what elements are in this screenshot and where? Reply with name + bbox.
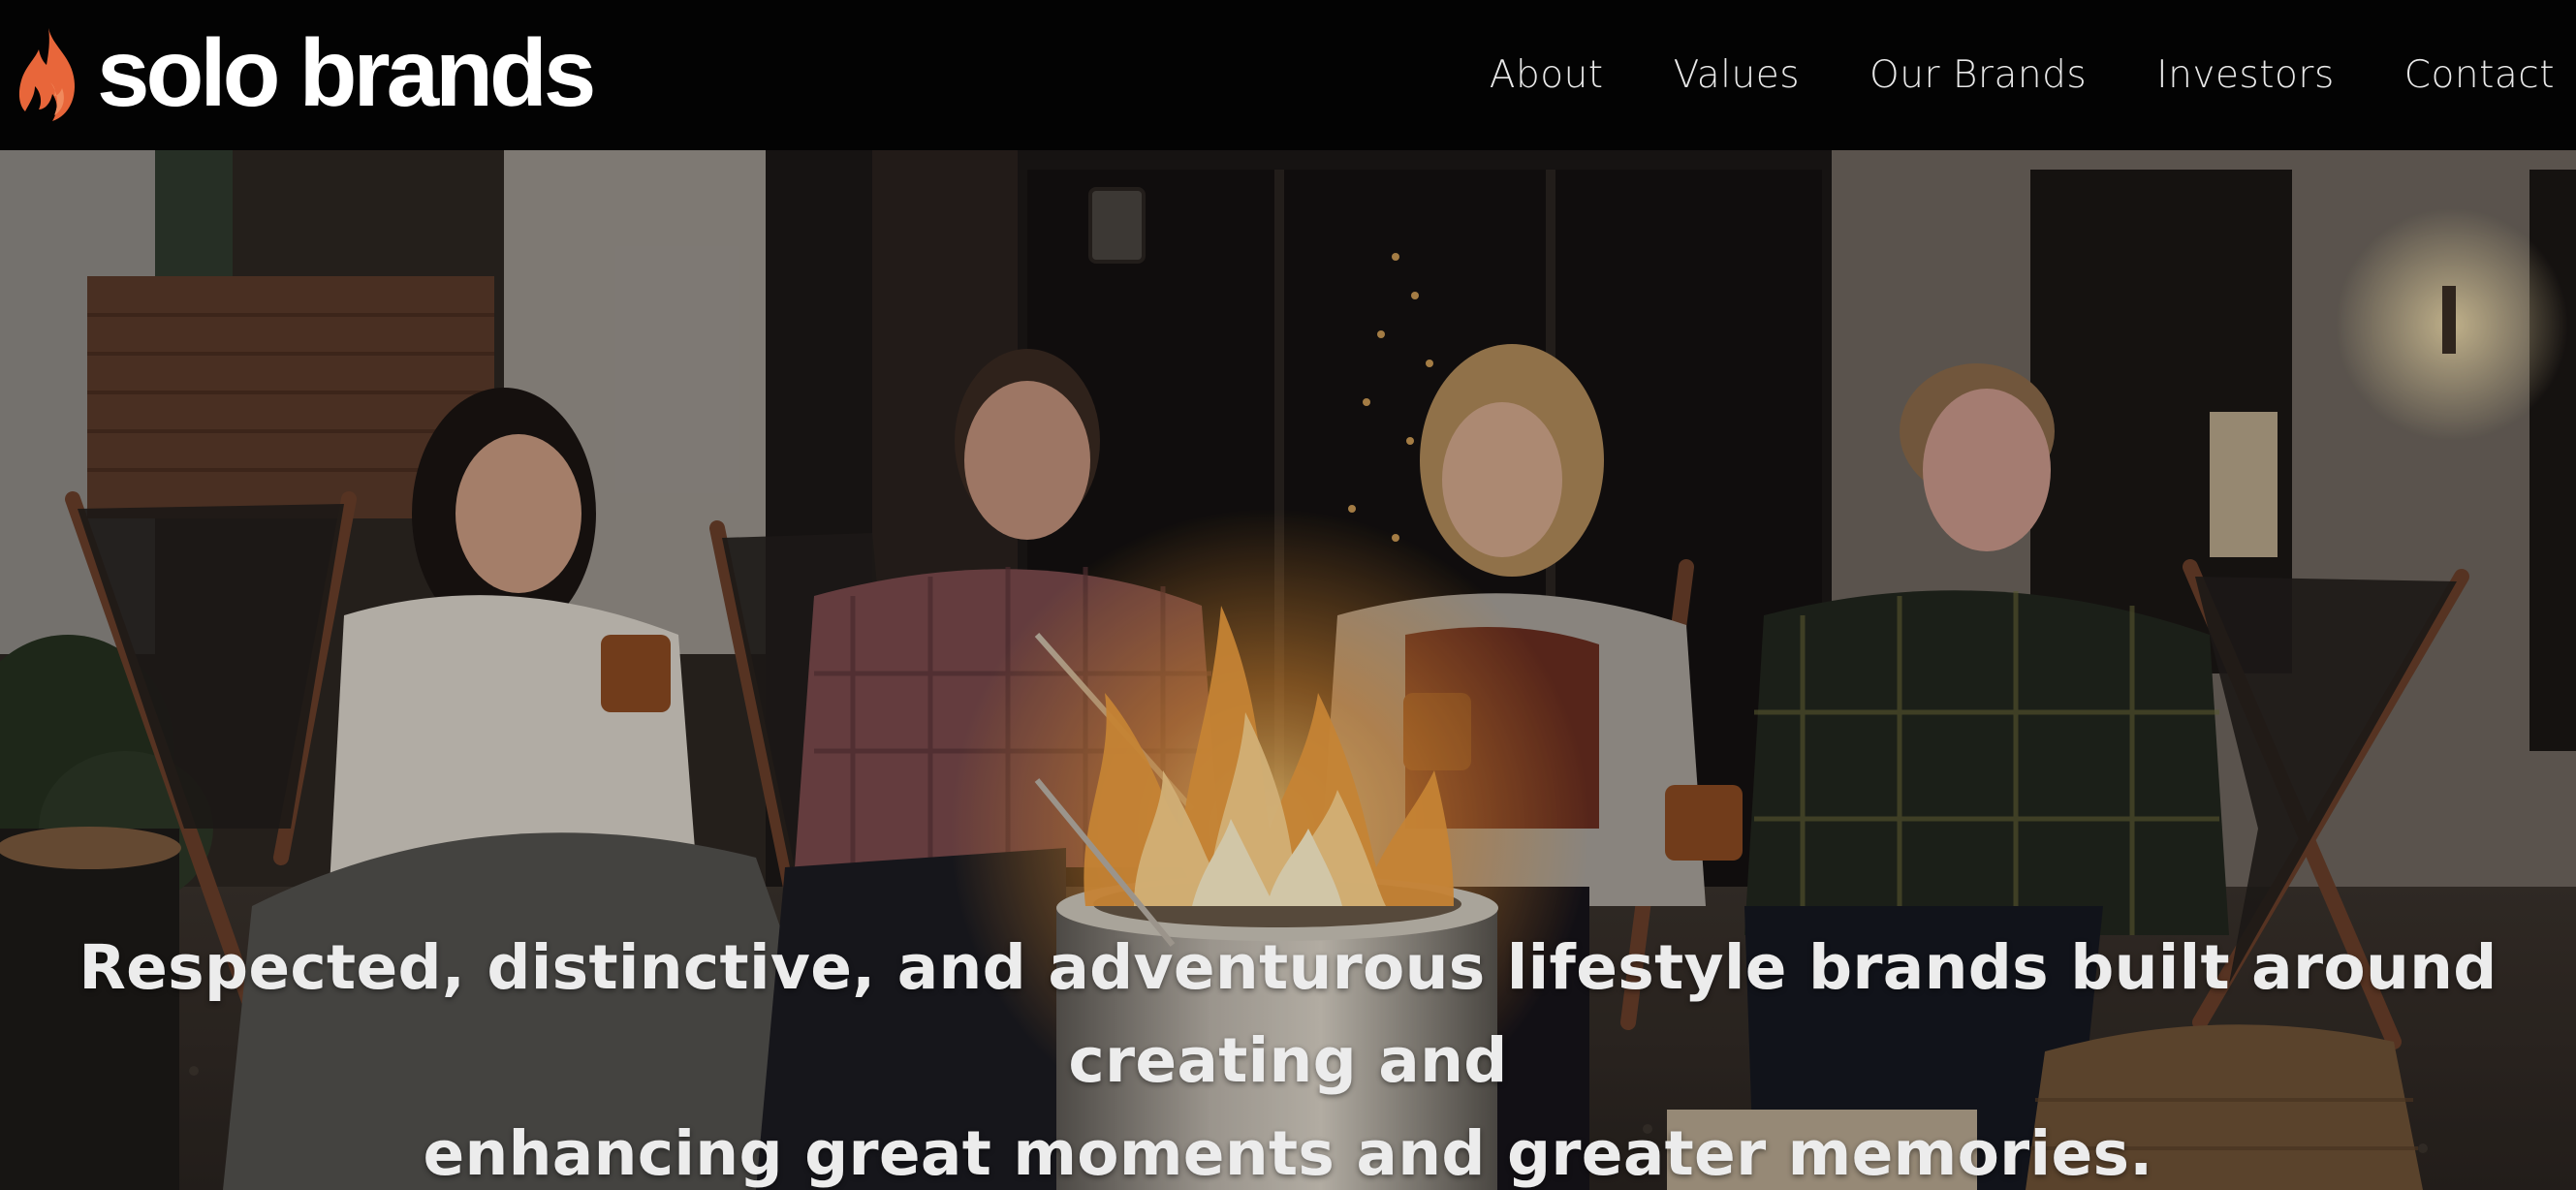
brand-wordmark: solo brands bbox=[97, 18, 596, 126]
hero-headline-line-1: Respected, distinctive, and adventurous … bbox=[79, 932, 2497, 1096]
hero-headline: Respected, distinctive, and adventurous … bbox=[0, 922, 2576, 1190]
site-header: solo brands About Values Our Brands Inve… bbox=[0, 0, 2576, 150]
nav-contact[interactable]: Contact bbox=[2404, 53, 2555, 97]
hero-headline-line-2: enhancing great moments and greater memo… bbox=[423, 1118, 2153, 1189]
main-nav: About Values Our Brands Investors Contac… bbox=[1490, 0, 2555, 150]
hero-section: Respected, distinctive, and adventurous … bbox=[0, 150, 2576, 1190]
nav-our-brands[interactable]: Our Brands bbox=[1869, 53, 2087, 97]
nav-about[interactable]: About bbox=[1490, 53, 1604, 97]
logo-link[interactable]: solo brands bbox=[14, 0, 596, 150]
flame-icon bbox=[18, 27, 76, 121]
nav-values[interactable]: Values bbox=[1674, 53, 1800, 97]
nav-investors[interactable]: Investors bbox=[2156, 53, 2335, 97]
